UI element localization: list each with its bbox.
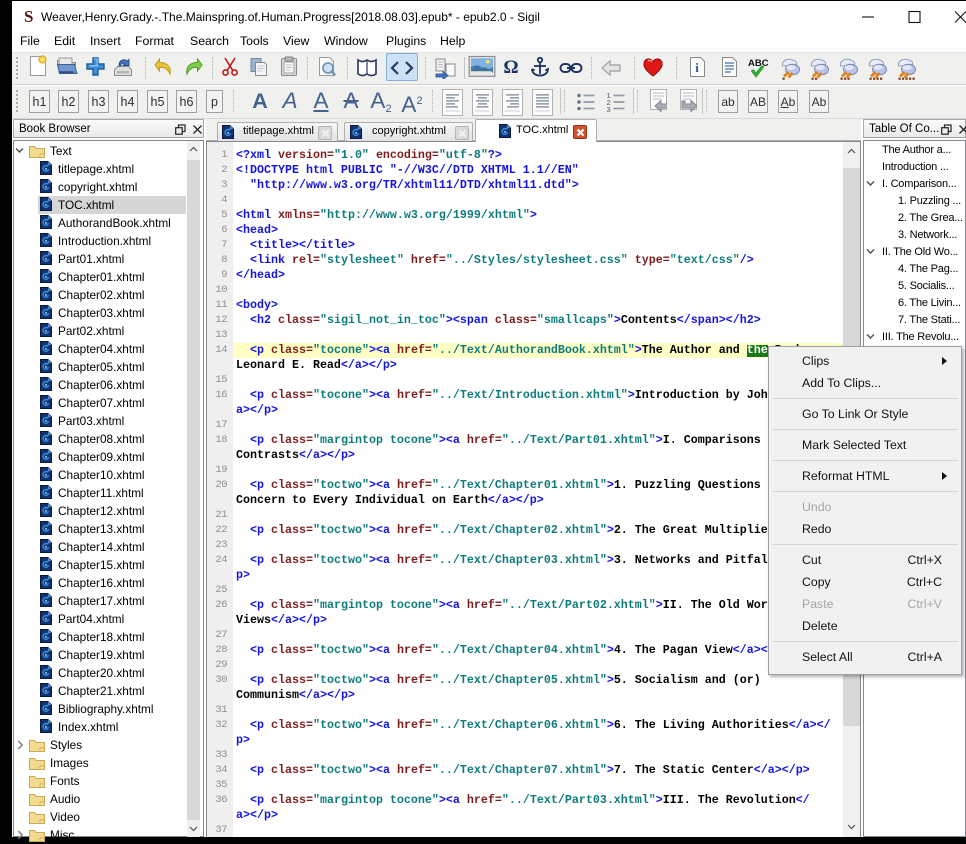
svg-text:ABC: ABC [748, 58, 769, 69]
svg-text:Ω: Ω [503, 57, 518, 78]
svg-text:i: i [695, 60, 699, 75]
svg-text:3: 3 [607, 105, 611, 114]
